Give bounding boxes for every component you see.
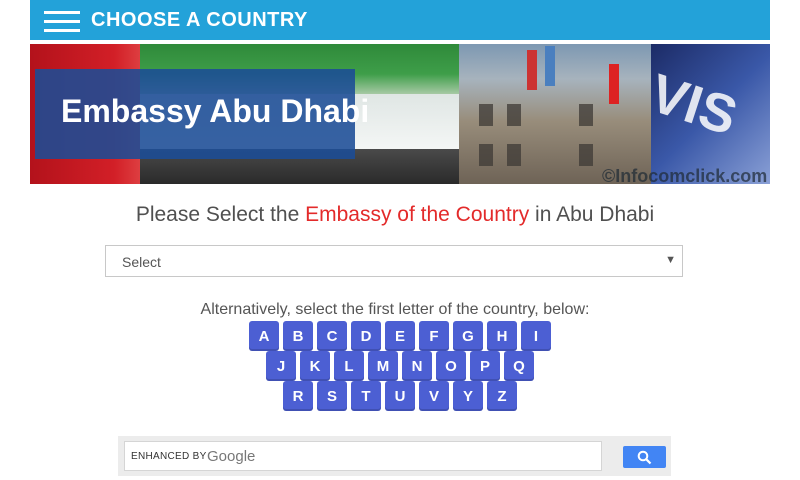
letter-button-p[interactable]: P	[470, 351, 500, 381]
alphabet-instruction: Alternatively, select the first letter o…	[200, 301, 590, 318]
alphabet-row-2: JKLMNOPQ	[0, 351, 800, 381]
google-custom-search: ENHANCED BY Google	[118, 436, 671, 476]
search-icon	[637, 450, 652, 465]
embassy-building-photo	[459, 44, 651, 184]
enhanced-by-label: ENHANCED BY	[131, 451, 207, 462]
heading-accent: Embassy of the Country	[305, 203, 530, 226]
photo-window	[507, 104, 521, 126]
hero-banner: VIS Embassy Abu Dhabi ©Infocomclick.com	[30, 44, 770, 184]
letter-button-n[interactable]: N	[402, 351, 432, 381]
heading-suffix: in Abu Dhabi	[529, 203, 655, 226]
letter-button-j[interactable]: J	[266, 351, 296, 381]
letter-button-f[interactable]: F	[419, 321, 449, 351]
letter-button-h[interactable]: H	[487, 321, 517, 351]
letter-button-u[interactable]: U	[385, 381, 415, 411]
letter-button-d[interactable]: D	[351, 321, 381, 351]
letter-button-i[interactable]: I	[521, 321, 551, 351]
letter-button-y[interactable]: Y	[453, 381, 483, 411]
letter-button-t[interactable]: T	[351, 381, 381, 411]
hamburger-menu-icon[interactable]	[44, 11, 80, 33]
banner-title-box: Embassy Abu Dhabi	[35, 69, 369, 159]
banner-title: Embassy Abu Dhabi	[61, 93, 370, 129]
watermark: ©Infocomclick.com	[602, 166, 768, 184]
letter-button-r[interactable]: R	[283, 381, 313, 411]
page-heading: Please Select the Embassy of the Country…	[0, 203, 790, 227]
letter-button-g[interactable]: G	[453, 321, 483, 351]
letter-button-v[interactable]: V	[419, 381, 449, 411]
letter-button-a[interactable]: A	[249, 321, 279, 351]
letter-button-m[interactable]: M	[368, 351, 398, 381]
letter-button-k[interactable]: K	[300, 351, 330, 381]
search-input[interactable]: ENHANCED BY Google	[124, 441, 602, 471]
letter-button-z[interactable]: Z	[487, 381, 517, 411]
photo-window	[479, 104, 493, 126]
google-logo: Google	[207, 448, 256, 465]
dropdown-arrow-icon: ▼	[665, 254, 676, 266]
heading-prefix: Please Select the	[135, 203, 306, 226]
page-section-title: CHOOSE A COUNTRY	[91, 9, 308, 31]
select-value: Select	[122, 254, 161, 270]
letter-button-l[interactable]: L	[334, 351, 364, 381]
photo-window	[507, 144, 521, 166]
letter-button-o[interactable]: O	[436, 351, 466, 381]
photo-flag	[527, 50, 537, 90]
photo-window	[479, 144, 493, 166]
photo-window	[579, 104, 593, 126]
letter-button-b[interactable]: B	[283, 321, 313, 351]
letter-button-s[interactable]: S	[317, 381, 347, 411]
search-button[interactable]	[623, 446, 666, 468]
country-select[interactable]: Select ▼	[105, 245, 683, 277]
photo-flag	[545, 46, 555, 86]
photo-flag	[609, 64, 619, 104]
alphabet-row-1: ABCDEFGHI	[0, 321, 800, 351]
photo-window	[579, 144, 593, 166]
letter-button-q[interactable]: Q	[504, 351, 534, 381]
alphabet-row-3: RSTUVYZ	[0, 381, 800, 411]
top-bar: CHOOSE A COUNTRY	[30, 0, 770, 40]
letter-button-c[interactable]: C	[317, 321, 347, 351]
letter-button-e[interactable]: E	[385, 321, 415, 351]
